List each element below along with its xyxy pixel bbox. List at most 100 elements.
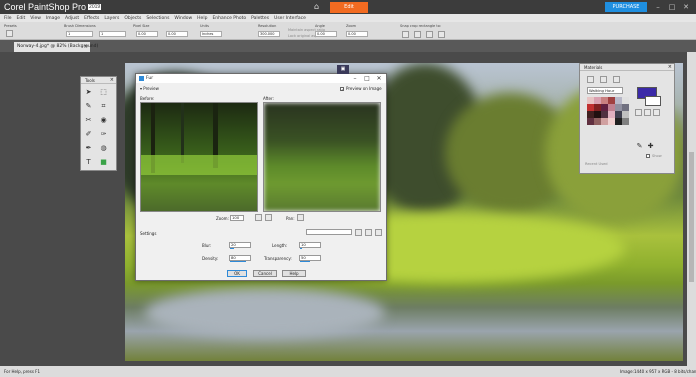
preview-on-image-checkbox[interactable]: ✓ Preview on Image: [340, 86, 382, 92]
pick-icon[interactable]: ➤: [84, 88, 93, 97]
color-swatch[interactable]: [622, 104, 629, 111]
zoom-fit-icon[interactable]: [255, 214, 262, 221]
scroll-thumb[interactable]: [689, 152, 694, 282]
close-tab-icon[interactable]: ×: [84, 42, 88, 52]
minimize-icon[interactable]: –: [653, 2, 663, 12]
close-icon[interactable]: ×: [668, 64, 672, 71]
menu-enhance-photo[interactable]: Enhance Photo: [212, 16, 246, 21]
clone-icon[interactable]: ✂: [84, 116, 93, 125]
transparency-field[interactable]: 50: [299, 255, 321, 262]
dialog-minimize-icon[interactable]: –: [349, 74, 361, 83]
color-swatch[interactable]: [594, 118, 601, 125]
brush-icon[interactable]: ✐: [84, 130, 93, 139]
ok-button[interactable]: OK: [227, 270, 247, 277]
angle-field[interactable]: 0.00: [315, 31, 337, 37]
color-swatch[interactable]: [594, 111, 601, 118]
cancel-button[interactable]: Cancel: [253, 270, 277, 277]
eyedropper-icon[interactable]: ✎: [84, 102, 93, 111]
gradient-icon[interactable]: [653, 109, 660, 116]
color-swatch[interactable]: [587, 97, 594, 104]
color-swatch[interactable]: [622, 111, 629, 118]
eraser-icon[interactable]: ✑: [99, 130, 108, 139]
swatch-set-dropdown[interactable]: Walking Hour: [587, 87, 623, 94]
height-field[interactable]: 0.00: [166, 31, 188, 37]
menu-help[interactable]: Help: [197, 16, 207, 21]
snap-selection-icon[interactable]: [426, 31, 433, 38]
texture-icon[interactable]: [644, 109, 651, 116]
width-field[interactable]: 0.00: [136, 31, 158, 37]
color-swatch[interactable]: [615, 97, 622, 104]
before-preview[interactable]: [140, 102, 258, 212]
menu-window[interactable]: Window: [174, 16, 192, 21]
blur-slider[interactable]: [230, 248, 234, 249]
home-icon[interactable]: ⌂: [312, 3, 321, 11]
color-swatch[interactable]: [601, 111, 608, 118]
color-swatch[interactable]: [594, 104, 601, 111]
frame-icon[interactable]: [587, 76, 594, 83]
color-swatch[interactable]: [594, 97, 601, 104]
length-field[interactable]: 10: [299, 242, 321, 249]
add-icon[interactable]: ✚: [646, 142, 655, 151]
color-swatch[interactable]: [587, 118, 594, 125]
select-icon[interactable]: ⬚: [99, 88, 108, 97]
tab-edit[interactable]: Edit: [330, 2, 368, 13]
menu-user-interface[interactable]: User Interface: [274, 16, 306, 21]
swatches-icon[interactable]: [613, 76, 620, 83]
color-swatch[interactable]: [622, 97, 629, 104]
randomize-icon[interactable]: [375, 229, 382, 236]
maximize-icon[interactable]: □: [667, 2, 677, 12]
close-icon[interactable]: ✕: [681, 2, 691, 12]
menu-image[interactable]: Image: [46, 16, 60, 21]
swap-colors-icon[interactable]: [635, 109, 642, 116]
paint-icon[interactable]: ✒: [84, 144, 93, 153]
crop-icon[interactable]: ⌗: [99, 102, 108, 111]
menu-selections[interactable]: Selections: [146, 16, 169, 21]
help-button[interactable]: Help: [282, 270, 306, 277]
fill-icon[interactable]: ◍: [99, 144, 108, 153]
background-color-swatch[interactable]: [645, 96, 661, 106]
snap-layer-icon[interactable]: [414, 31, 421, 38]
zoom-field[interactable]: 0.00: [346, 31, 368, 37]
color-swatch[interactable]: [622, 118, 629, 125]
color-swatch[interactable]: [601, 118, 608, 125]
save-preset-icon[interactable]: [355, 229, 362, 236]
rainbow-icon[interactable]: [600, 76, 607, 83]
dialog-maximize-icon[interactable]: □: [361, 74, 373, 83]
color-swatch[interactable]: [608, 118, 615, 125]
menu-edit[interactable]: Edit: [17, 16, 26, 21]
color-swatch[interactable]: [601, 97, 608, 104]
density-field[interactable]: 80: [229, 255, 251, 262]
color-swatch[interactable]: [615, 118, 622, 125]
dialog-monitor-icon[interactable]: ▣: [337, 65, 349, 74]
resolution-field[interactable]: 300.000: [258, 31, 280, 37]
menu-file[interactable]: File: [4, 16, 12, 21]
show-checkbox-label[interactable]: Show: [646, 154, 662, 158]
zoom-actual-icon[interactable]: [265, 214, 272, 221]
menu-layers[interactable]: Layers: [104, 16, 119, 21]
pan-icon[interactable]: [297, 214, 304, 221]
color-swatch[interactable]: [587, 111, 594, 118]
eyedropper-icon[interactable]: ✎: [635, 142, 644, 151]
color-swatch[interactable]: [601, 104, 608, 111]
menu-palettes[interactable]: Palettes: [251, 16, 269, 21]
menu-effects[interactable]: Effects: [84, 16, 99, 21]
snap-object-icon[interactable]: [438, 31, 445, 38]
purchase-button[interactable]: PURCHASE: [605, 2, 647, 12]
color-swatch[interactable]: [615, 111, 622, 118]
document-tab[interactable]: Norway-4.jpg* @ 82% (Background) ×: [14, 42, 98, 52]
dialog-close-icon[interactable]: ✕: [373, 74, 385, 83]
transparency-slider[interactable]: [300, 261, 310, 262]
color-swatch[interactable]: [608, 97, 615, 104]
blur-field[interactable]: 20: [229, 242, 251, 249]
color-swatch[interactable]: [587, 104, 594, 111]
close-icon[interactable]: ×: [110, 77, 114, 84]
vertical-scrollbar[interactable]: [687, 52, 696, 366]
zoom-field[interactable]: 100: [230, 215, 244, 221]
reset-icon[interactable]: [365, 229, 372, 236]
size-field[interactable]: 1: [66, 31, 93, 37]
step-field[interactable]: 1: [99, 31, 126, 37]
text-icon[interactable]: T: [84, 158, 93, 167]
color-swatch[interactable]: [615, 104, 622, 111]
menu-view[interactable]: View: [30, 16, 41, 21]
menu-adjust[interactable]: Adjust: [65, 16, 79, 21]
